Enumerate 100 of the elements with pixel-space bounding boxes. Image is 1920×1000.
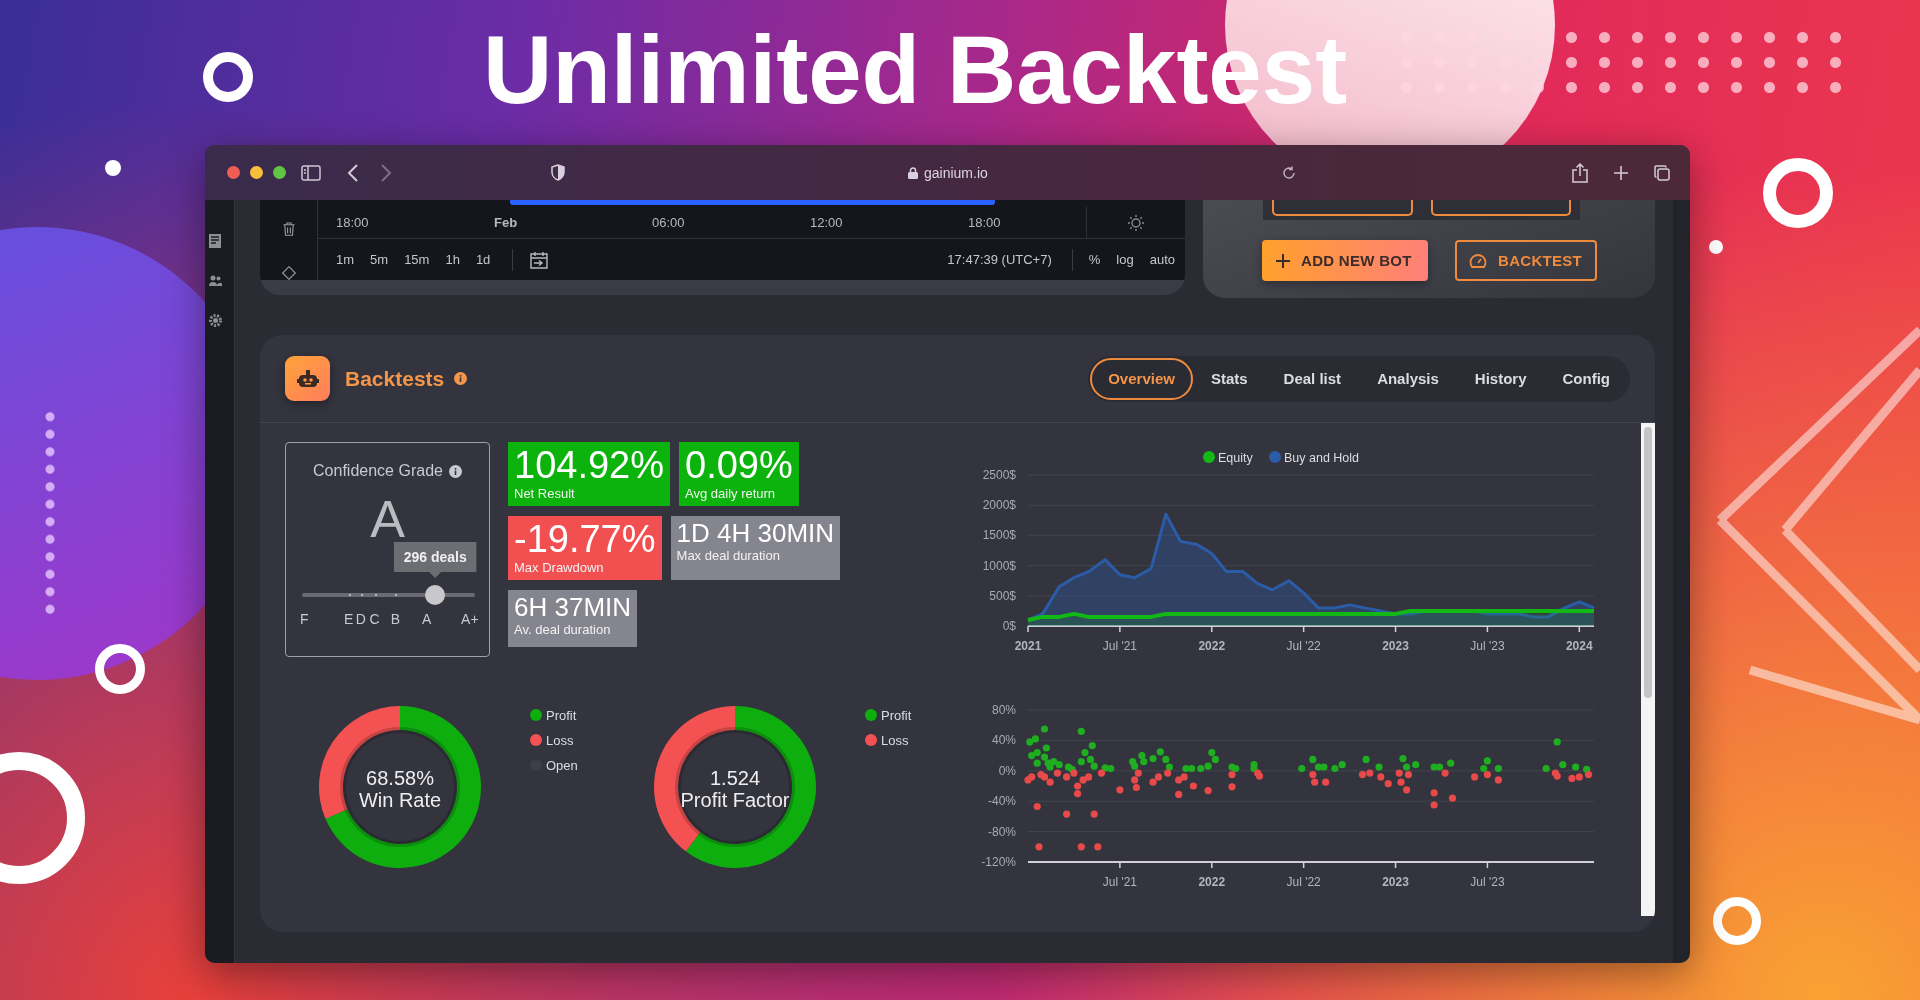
minimize-button[interactable] [250, 166, 263, 179]
axis-label: 500$ [989, 588, 1016, 603]
tab[interactable]: Stats [1192, 357, 1266, 400]
data-point [1494, 776, 1502, 784]
tabs-icon[interactable] [1654, 164, 1670, 181]
interval-button[interactable]: 1d [475, 252, 491, 267]
axis-label: 1000$ [982, 558, 1016, 573]
close-button[interactable] [227, 166, 240, 179]
time-label: 12:00 [810, 215, 844, 230]
axis-label: Jul '23 [1470, 875, 1505, 889]
grade-label: A+ [461, 611, 479, 627]
legend-label[interactable]: Profit [881, 707, 912, 723]
robot-icon [285, 356, 330, 401]
tab[interactable]: Deal list [1265, 357, 1360, 400]
axis-label: Jul '21 [1102, 639, 1138, 653]
axis-label: -120% [981, 855, 1016, 869]
panel-title: Backtests [345, 366, 445, 391]
url-text[interactable]: gainium.io [924, 164, 988, 181]
input-field[interactable] [1272, 200, 1413, 216]
tab[interactable]: Config [1544, 357, 1628, 400]
axis-label: 40% [991, 733, 1016, 748]
axis-label: Jul '21 [1102, 875, 1138, 889]
axis-label: 2024 [1565, 639, 1593, 653]
shield-icon[interactable] [551, 164, 565, 181]
gauge-icon [1469, 252, 1487, 269]
time-label: 18:00 [968, 215, 1002, 230]
legend-label[interactable]: Loss [546, 732, 574, 748]
scale-option[interactable]: log [1116, 252, 1134, 267]
back-icon[interactable] [347, 163, 359, 182]
interval-button[interactable]: 5m [370, 252, 389, 267]
grade-text: A [369, 494, 406, 544]
tab[interactable]: Analysis [1359, 357, 1457, 400]
axis-label: 2000$ [982, 498, 1016, 513]
card-title: Confidence Grade [313, 462, 443, 480]
calendar-icon[interactable] [529, 250, 550, 269]
stat-label: Avg daily return [685, 486, 777, 501]
stat-label: Max Drawdown [514, 560, 605, 575]
data-point [1572, 763, 1580, 771]
data-point [1077, 843, 1085, 851]
legend-label[interactable]: Profit [546, 707, 577, 723]
data-point [1494, 764, 1502, 773]
axis-label: 80% [991, 703, 1016, 717]
stat-label: Net Result [514, 486, 576, 501]
people-icon[interactable] [209, 275, 222, 287]
time-label: Feb [494, 215, 519, 230]
deals-tooltip: 296 deals [393, 542, 477, 578]
data-point [1077, 727, 1085, 735]
data-point [1094, 843, 1102, 851]
data-point [1175, 790, 1183, 798]
document-icon[interactable] [209, 234, 221, 248]
info-icon[interactable] [448, 464, 462, 478]
share-icon[interactable] [1572, 162, 1588, 183]
info-icon[interactable] [454, 372, 468, 385]
axis-label: 2021 [1014, 639, 1042, 653]
new-tab-icon[interactable] [1614, 165, 1628, 180]
data-point [1448, 794, 1457, 802]
ring-decoration [1713, 897, 1761, 945]
donut-label: Profit Factor [680, 789, 790, 811]
reload-icon[interactable] [1281, 165, 1296, 180]
sidebar-icon[interactable] [301, 164, 321, 181]
axis-label: 2023 [1382, 639, 1409, 653]
lock-icon [908, 166, 918, 179]
add-bot-button[interactable]: ADD NEW BOT [1262, 240, 1428, 281]
time-label: 06:00 [652, 215, 686, 230]
axis-label: 2023 [1382, 875, 1409, 889]
scale-option[interactable]: auto [1149, 252, 1175, 267]
gear-icon[interactable] [209, 314, 222, 327]
tab[interactable]: Overview [1090, 357, 1193, 400]
input-field[interactable] [1430, 200, 1571, 216]
tab[interactable]: History [1456, 357, 1545, 400]
data-point [1322, 778, 1330, 786]
data-point [1090, 810, 1098, 818]
interval-button[interactable]: 1m [336, 252, 355, 267]
clock-text: 17:47:39 (UTC+7) [947, 252, 1052, 267]
legend-label[interactable]: Equity [1218, 450, 1253, 465]
axis-label: 2500$ [982, 468, 1016, 482]
legend-label[interactable]: Buy and Hold [1284, 450, 1360, 465]
grade-label: F [300, 611, 309, 627]
settings-icon[interactable] [1127, 213, 1145, 232]
interval-button[interactable]: 15m [404, 252, 430, 267]
data-point [1040, 725, 1049, 733]
scrollbar[interactable] [1641, 423, 1655, 916]
stat-value: 1D 4H 30MIN [676, 518, 835, 548]
forward-icon[interactable] [380, 163, 392, 182]
data-point [1063, 810, 1071, 818]
slider-thumb[interactable] [425, 585, 446, 605]
data-point [1033, 802, 1041, 811]
axis-label: 2022 [1198, 875, 1226, 889]
backtest-button[interactable]: BACKTEST [1455, 240, 1597, 281]
grade-label: D [355, 611, 366, 627]
legend-label[interactable]: Loss [881, 732, 909, 748]
ring-decoration [1763, 158, 1833, 228]
maximize-button[interactable] [273, 166, 286, 179]
data-point [1553, 738, 1561, 746]
legend-label[interactable]: Open [546, 757, 578, 773]
axis-label: Jul '22 [1286, 639, 1321, 653]
data-point [1430, 789, 1438, 797]
interval-button[interactable]: 1h [445, 252, 460, 267]
scale-option[interactable]: % [1088, 252, 1101, 267]
grade-label: B [390, 611, 401, 627]
